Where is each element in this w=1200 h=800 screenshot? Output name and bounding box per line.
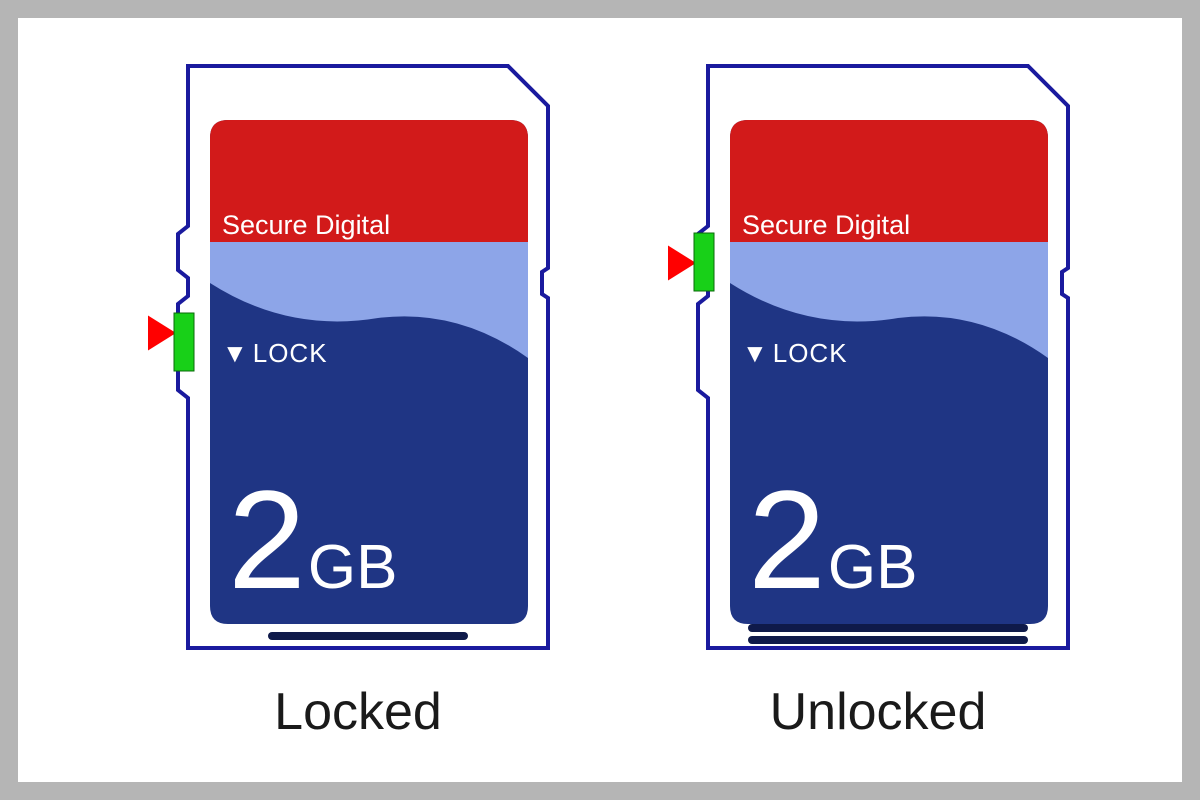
bottom-stripe: [748, 624, 1028, 632]
sd-card-unlocked: Secure Digital ▼LOCK 2GB Unlocked: [668, 58, 1088, 742]
caption-locked: Locked: [148, 682, 568, 742]
sd-card-unlocked-svg: Secure Digital ▼LOCK 2GB: [668, 58, 1088, 678]
lock-switch[interactable]: [694, 233, 714, 291]
sd-card-label: Secure Digital ▼LOCK 2GB: [730, 120, 1048, 624]
arrow-indicator: [148, 313, 176, 353]
bottom-stripe-2: [748, 636, 1028, 644]
sd-card-label: Secure Digital ▼LOCK 2GB: [210, 120, 528, 624]
lock-label: ▼LOCK: [742, 338, 848, 368]
diagram-canvas: Secure Digital ▼LOCK 2GB Locked: [18, 18, 1182, 782]
brand-text: Secure Digital: [742, 210, 910, 240]
sd-card-locked-svg: Secure Digital ▼LOCK 2GB: [148, 58, 568, 678]
bottom-stripe: [268, 632, 468, 640]
lock-switch[interactable]: [174, 313, 194, 371]
brand-text: Secure Digital: [222, 210, 390, 240]
arrow-indicator: [668, 243, 696, 283]
sd-card-locked: Secure Digital ▼LOCK 2GB Locked: [148, 58, 568, 742]
lock-label: ▼LOCK: [222, 338, 328, 368]
caption-unlocked: Unlocked: [668, 682, 1088, 742]
